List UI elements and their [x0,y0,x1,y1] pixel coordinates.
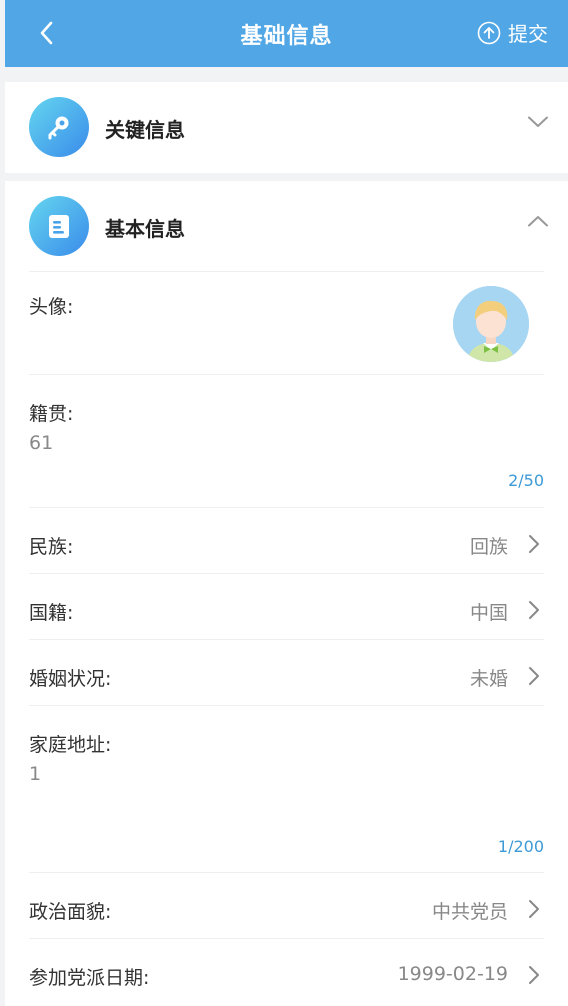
chevron-right-icon [529,667,539,685]
nationality-field[interactable]: 国籍: 中国 [29,573,544,639]
chevron-down-icon [528,116,548,127]
home-address-input[interactable]: 1 [29,763,41,785]
party-join-date-field[interactable]: 参加党派日期: 1999-02-19 [29,938,544,1004]
key-info-header[interactable]: 关键信息 [5,82,568,172]
party-join-date-value: 1999-02-19 [397,963,508,985]
avatar-image [453,286,529,362]
header-bar: 基础信息 提交 [5,0,568,67]
chevron-right-icon [529,535,539,553]
ethnicity-label: 民族: [29,536,74,558]
chevron-up-icon [528,216,548,227]
home-address-field[interactable]: 家庭地址: 1 1/200 [29,705,544,872]
avatar-row[interactable]: 头像: [29,271,544,374]
political-status-label: 政治面貌: [29,901,112,923]
nationality-label: 国籍: [29,602,74,624]
ethnicity-value: 回族 [469,536,508,558]
basic-info-header[interactable]: 基本信息 [5,181,568,271]
app-frame: 基础信息 提交 关键信息 基本信息 头像: 籍贯: 61 2/50 民族: 回族… [5,0,568,1006]
document-icon [29,196,89,256]
native-place-input[interactable]: 61 [29,432,53,454]
basic-info-title: 基本信息 [105,217,185,241]
political-status-field[interactable]: 政治面貌: 中共党员 [29,872,544,938]
avatar-label: 头像: [29,296,74,318]
home-address-label: 家庭地址: [29,734,112,756]
nationality-value: 中国 [469,602,508,624]
avatar[interactable] [453,286,529,362]
chevron-right-icon [529,966,539,984]
submit-button[interactable]: 提交 [477,18,548,47]
home-address-counter: 1/200 [497,837,544,856]
marital-status-field[interactable]: 婚姻状况: 未婚 [29,639,544,705]
native-place-field[interactable]: 籍贯: 61 2/50 [29,374,544,507]
ethnicity-field[interactable]: 民族: 回族 [29,507,544,573]
key-icon [29,97,89,157]
political-status-value: 中共党员 [431,901,508,923]
chevron-right-icon [529,601,539,619]
basic-info-section: 基本信息 头像: 籍贯: 61 2/50 民族: 回族 国籍: 中国 婚姻状况:… [5,181,568,1006]
party-join-date-label: 参加党派日期: [29,967,150,989]
marital-status-value: 未婚 [469,668,508,690]
key-info-title: 关键信息 [105,118,185,142]
submit-label: 提交 [508,22,548,46]
marital-status-label: 婚姻状况: [29,668,112,690]
native-place-counter: 2/50 [508,471,544,490]
upload-circle-icon [477,21,501,44]
native-place-label: 籍贯: [29,403,74,425]
chevron-right-icon [529,900,539,918]
key-info-section: 关键信息 [5,82,568,173]
